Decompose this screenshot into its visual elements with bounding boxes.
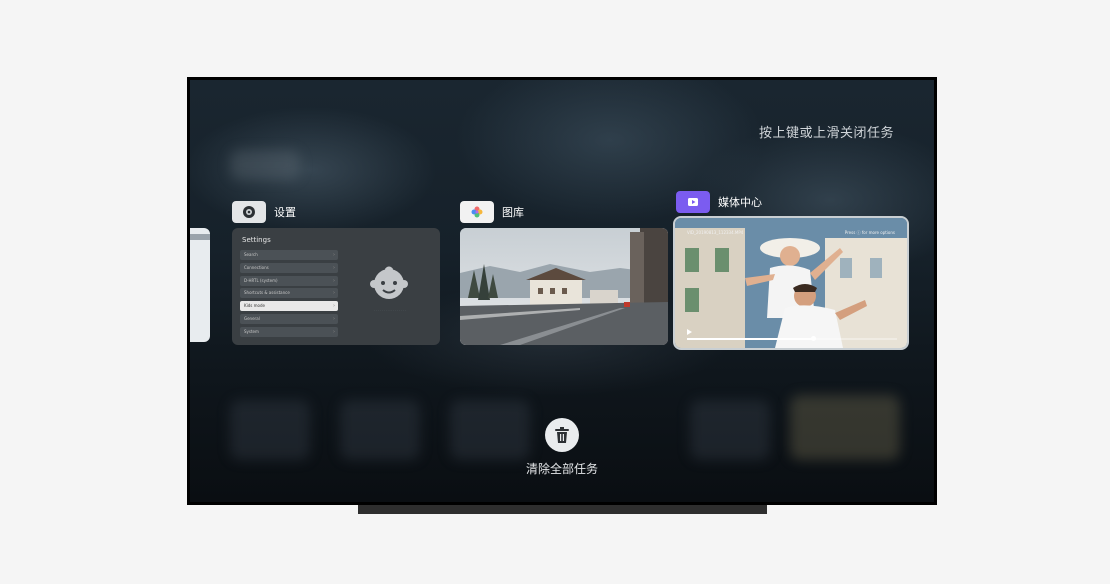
play-icon	[676, 191, 710, 213]
settings-preview-list: Search › Connections › D-HRTL (system) › Sh…	[240, 250, 338, 340]
settings-app-header: 设置	[232, 201, 296, 223]
settings-preview-item: Connections ›	[240, 262, 338, 273]
settings-preview-item: General ›	[240, 313, 338, 324]
media-filename: VID_20190813_112334.MP4	[687, 230, 744, 235]
tv-frame: 按上键或上滑关闭任务 设置 Settings Search › Connectio…	[187, 77, 937, 505]
gallery-preview-image	[460, 228, 668, 345]
media-progress-thumb	[810, 336, 816, 341]
trash-icon	[555, 427, 569, 443]
close-task-hint: 按上键或上滑关闭任务	[758, 126, 894, 141]
media-progress-fill	[687, 338, 813, 340]
settings-preview-item: System ›	[240, 326, 338, 337]
app-name-media-center: 媒体中心	[718, 196, 762, 209]
blurred-background-tile	[450, 400, 530, 460]
clear-all-button[interactable]	[545, 418, 579, 452]
settings-item-label: D-HRTL (system)	[244, 277, 278, 283]
tv-stand	[358, 505, 767, 514]
kid-face-icon	[370, 266, 408, 299]
media-center-task-card[interactable]: VID_20190813_112334.MP4 Press ⓘ for more…	[673, 216, 909, 350]
media-app-header: 媒体中心	[676, 191, 762, 213]
flower-icon	[460, 201, 494, 223]
media-options-hint: Press ⓘ for more options	[844, 230, 895, 235]
settings-item-label: General	[244, 315, 260, 321]
recent-tasks-screen: 按上键或上滑关闭任务 设置 Settings Search › Connectio…	[190, 80, 934, 502]
settings-preview-item-selected: Kids mode ›	[240, 301, 338, 312]
settings-item-label: Kids mode	[244, 303, 265, 309]
settings-item-label: Shortcuts & assistance	[244, 290, 290, 296]
previous-task-card[interactable]	[190, 228, 210, 342]
blurred-background-tile	[690, 400, 770, 460]
play-icon	[687, 329, 692, 335]
blurred-background-tile	[230, 150, 300, 180]
settings-preview-title: Settings	[242, 236, 271, 244]
kid-mode-caption: · · · · · · · · · · · · · · · · ·	[374, 308, 406, 312]
media-preview-image	[675, 218, 907, 348]
gear-icon	[232, 201, 266, 223]
blurred-background-tile	[340, 400, 420, 460]
gallery-task-card[interactable]	[460, 228, 668, 345]
clear-all-label: 清除全部任务	[525, 462, 598, 476]
blurred-background-tile	[230, 400, 310, 460]
blurred-background-tile	[790, 395, 900, 460]
settings-task-card[interactable]: Settings Search › Connections › D-HRTL (sy…	[232, 228, 440, 345]
settings-item-label: Search	[244, 252, 258, 257]
settings-preview-item: D-HRTL (system) ›	[240, 275, 338, 286]
app-name-gallery: 图库	[502, 206, 524, 219]
media-progress-bar	[687, 336, 897, 341]
settings-preview-item: Shortcuts & assistance ›	[240, 288, 338, 299]
settings-item-label: System	[244, 328, 259, 334]
gallery-app-header: 图库	[460, 201, 524, 223]
settings-item-label: Connections	[244, 264, 269, 270]
app-name-settings: 设置	[274, 206, 296, 219]
settings-preview-item: Search ›	[240, 250, 338, 260]
